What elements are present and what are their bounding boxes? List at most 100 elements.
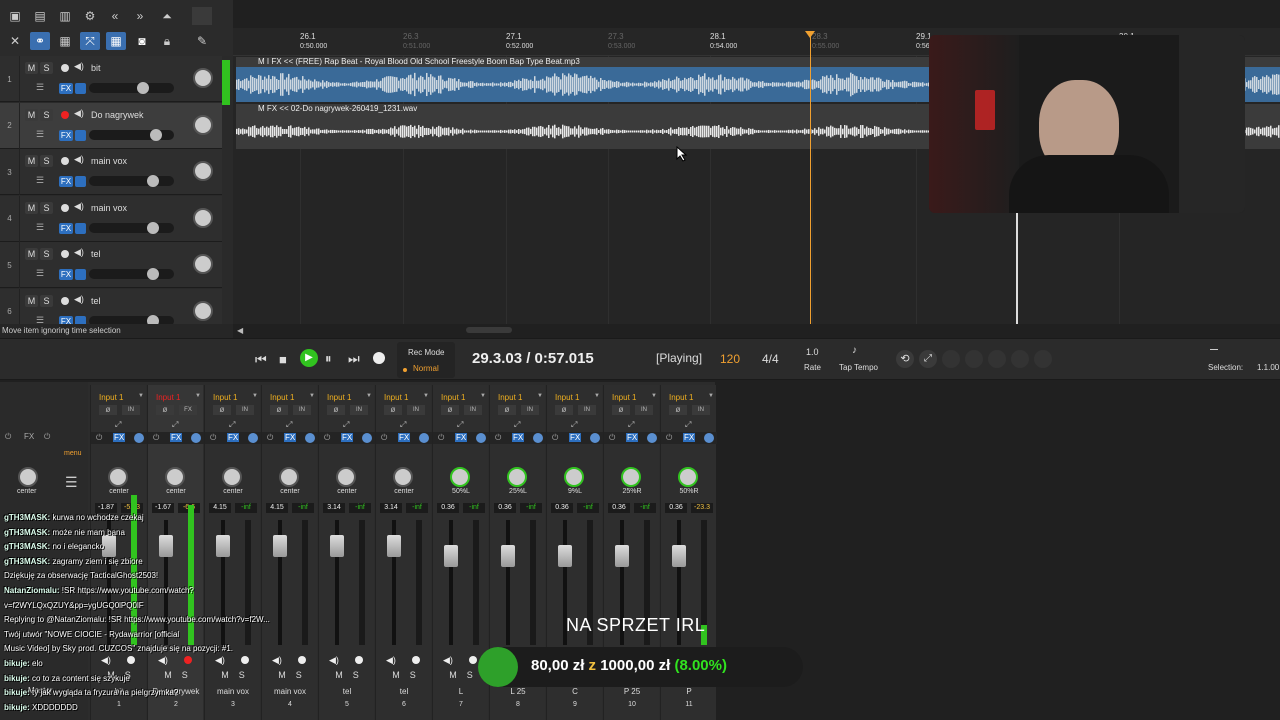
fx-power-icon[interactable] — [533, 433, 543, 443]
forward-icon[interactable]: » — [130, 7, 150, 25]
pan-knob[interactable] — [193, 207, 213, 228]
volume-slider[interactable] — [89, 222, 174, 233]
input-select[interactable]: Input 1 — [99, 393, 123, 402]
pan-knob[interactable] — [279, 467, 299, 487]
mute-button[interactable]: M — [25, 201, 38, 214]
master-fx-label[interactable]: FX — [24, 432, 34, 441]
record-arm-icon[interactable] — [355, 656, 363, 664]
camera-icon[interactable]: ◙ — [132, 32, 152, 50]
playhead-marker-icon[interactable] — [805, 31, 815, 38]
speaker-icon[interactable]: ◀) — [443, 655, 453, 666]
record-arm-icon[interactable] — [298, 656, 306, 664]
channel-name[interactable]: L 25 — [490, 687, 546, 696]
volume-handle[interactable] — [150, 128, 162, 141]
fx-power-icon[interactable] — [305, 433, 315, 443]
phase-icon[interactable]: ø — [555, 405, 573, 415]
transport-option-3[interactable] — [988, 350, 1006, 368]
volume-slider[interactable] — [89, 269, 174, 279]
routing-icon[interactable]: ⤢ — [571, 420, 577, 430]
fx-power-icon[interactable] — [362, 433, 372, 443]
routing-icon[interactable]: ⤢ — [229, 420, 235, 430]
power-icon[interactable]: ⏻ — [495, 433, 501, 443]
fx-power-icon[interactable] — [476, 433, 486, 443]
position-readout[interactable]: 29.3.03 / 0:57.015 — [472, 350, 594, 367]
volume-handle[interactable] — [137, 82, 149, 94]
record-arm-icon[interactable] — [61, 203, 69, 212]
route-icon[interactable]: ☰ — [33, 222, 47, 232]
fx-power-icon[interactable] — [134, 433, 144, 443]
phase-icon[interactable]: ø — [213, 405, 231, 415]
pause-icon[interactable]: ⏸ — [325, 351, 332, 367]
time-signature[interactable]: 4/4 — [762, 352, 779, 366]
input-monitor-button[interactable]: FX — [179, 405, 197, 415]
power-icon[interactable]: ⏻ — [324, 433, 330, 443]
track-header[interactable]: 3 M S ◀) main vox ☰ FX — [0, 149, 222, 195]
input-select[interactable]: Input 1 — [156, 393, 180, 402]
track-name[interactable]: main vox — [91, 156, 127, 166]
power-icon[interactable] — [75, 129, 86, 141]
mute-button[interactable]: M — [25, 155, 38, 167]
mute-button[interactable]: M — [25, 62, 38, 74]
solo-button[interactable]: S — [40, 248, 53, 260]
record-arm-icon[interactable] — [412, 656, 420, 664]
pan-knob[interactable] — [193, 114, 213, 135]
volume-fader[interactable] — [558, 545, 572, 567]
record-arm-icon[interactable] — [61, 296, 69, 305]
solo-button[interactable]: S — [40, 294, 53, 307]
cross-icon[interactable]: ✕ — [5, 32, 25, 50]
fx-button[interactable]: FX — [170, 433, 183, 442]
input-monitor-button[interactable]: IN — [122, 405, 140, 415]
fx-power-icon[interactable] — [191, 433, 201, 443]
metronome-icon[interactable]: ⤢ — [919, 350, 937, 368]
snap-icon[interactable]: ⏶ — [157, 7, 177, 25]
route-icon[interactable]: ☰ — [33, 175, 47, 185]
mute-solo[interactable]: M S — [376, 670, 432, 680]
channel-name[interactable]: P — [661, 687, 717, 696]
pan-knob[interactable] — [336, 467, 356, 487]
track-header[interactable]: 1 M S ◀) bit ☰ FX — [0, 56, 222, 102]
volume-handle[interactable] — [147, 175, 159, 187]
channel-name[interactable]: tel — [376, 687, 432, 696]
route-icon[interactable]: ☰ — [33, 82, 47, 92]
auto-icon[interactable]: ⤧ — [80, 32, 100, 50]
volume-handle[interactable] — [147, 268, 159, 280]
playhead[interactable] — [810, 36, 811, 324]
route-icon[interactable]: ☰ — [33, 129, 47, 139]
fx-button[interactable]: FX — [59, 83, 73, 94]
input-select[interactable]: Input 1 — [498, 393, 522, 402]
go-start-icon[interactable]: ⏮ — [255, 352, 267, 368]
fx-button[interactable]: FX — [683, 433, 696, 442]
phase-icon[interactable]: ø — [441, 405, 459, 415]
volume-readout[interactable]: 0.36 — [551, 503, 573, 513]
speaker-icon[interactable]: ◀) — [329, 655, 339, 666]
solo-button[interactable]: S — [40, 62, 53, 74]
dropdown-icon[interactable]: ▼ — [195, 393, 201, 399]
input-select[interactable]: Input 1 — [327, 393, 351, 402]
power-icon[interactable]: ⏻ — [5, 432, 11, 442]
dropdown-icon[interactable]: ▼ — [252, 393, 258, 399]
track-name[interactable]: tel — [91, 296, 101, 306]
dropdown-icon[interactable]: ▼ — [423, 393, 429, 399]
record-icon[interactable] — [373, 352, 385, 364]
record-arm-icon[interactable] — [61, 64, 69, 72]
tap-tempo-icon[interactable]: ♪ — [852, 345, 857, 356]
power-icon[interactable]: ⏻ — [96, 433, 102, 443]
record-arm-icon[interactable] — [61, 250, 69, 258]
input-monitor-button[interactable]: IN — [236, 405, 254, 415]
channel-name[interactable]: tel — [319, 687, 375, 696]
phase-icon[interactable]: ø — [270, 405, 288, 415]
fx-power-icon[interactable] — [647, 433, 657, 443]
power-icon[interactable]: ⏻ — [153, 433, 159, 443]
grid-icon[interactable]: ▦ — [55, 32, 75, 50]
power-icon[interactable] — [75, 176, 86, 187]
fx-button[interactable]: FX — [569, 433, 582, 442]
input-select[interactable]: Input 1 — [213, 393, 237, 402]
mute-button[interactable]: M — [25, 248, 38, 260]
routing-icon[interactable]: ⤢ — [628, 420, 634, 430]
routing-icon[interactable]: ⤢ — [286, 420, 292, 430]
transport-option-5[interactable] — [1034, 350, 1052, 368]
phase-icon[interactable]: ø — [669, 405, 687, 415]
input-monitor-button[interactable]: IN — [464, 405, 482, 415]
track-name[interactable]: bit — [91, 63, 101, 73]
input-select[interactable]: Input 1 — [669, 393, 693, 402]
